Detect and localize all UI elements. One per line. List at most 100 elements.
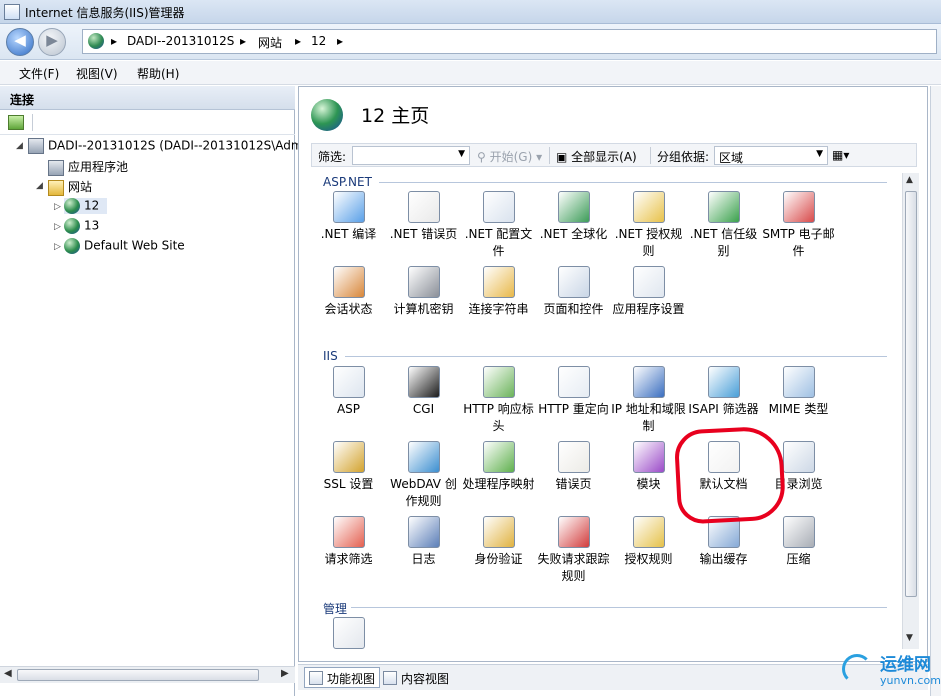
feature-item[interactable]: .NET 错误页 <box>386 191 461 243</box>
feature-label: 压缩 <box>786 552 811 566</box>
feature-item[interactable]: ASP <box>311 366 386 418</box>
tree-node-sites[interactable]: 网站 <box>48 178 92 196</box>
feature-item[interactable]: 输出缓存 <box>686 516 761 568</box>
collapse-icon[interactable]: ◢ <box>36 181 43 191</box>
address-bar[interactable]: ▸ DADI--20131012S ▸ 网站 ▸ 12 ▸ <box>82 29 937 54</box>
feature-item[interactable]: 授权规则 <box>611 516 686 568</box>
feature-item[interactable]: 连接字符串 <box>461 266 536 318</box>
feature-item[interactable]: IP 地址和域限制 <box>611 366 686 435</box>
feature-item[interactable]: .NET 全球化 <box>536 191 611 243</box>
feature-item[interactable]: .NET 编译 <box>311 191 386 243</box>
collapse-icon[interactable]: ◢ <box>16 141 23 151</box>
scroll-down-icon[interactable]: ▼ <box>906 633 913 643</box>
expand-icon[interactable]: ▷ <box>54 202 61 212</box>
feature-item[interactable] <box>311 617 386 651</box>
tree-node-default-site[interactable]: Default Web Site <box>64 238 185 254</box>
feature-label: 连接字符串 <box>468 302 529 316</box>
feature-icon <box>407 366 440 398</box>
menu-help[interactable]: 帮助(H) <box>137 65 179 82</box>
feature-item[interactable]: MIME 类型 <box>761 366 836 418</box>
actions-pane <box>930 86 941 696</box>
feature-item[interactable]: 错误页 <box>536 441 611 493</box>
title-bar: Internet 信息服务(IIS)管理器 <box>0 0 941 24</box>
feature-label: 请求筛选 <box>324 552 373 566</box>
forward-button[interactable]: ▶ <box>38 28 66 56</box>
feature-icon <box>482 191 515 223</box>
start-filter-button[interactable]: ⚲ 开始(G) ▾ <box>477 148 542 165</box>
connect-icon[interactable] <box>8 115 24 130</box>
feature-label: .NET 信任级别 <box>689 227 758 258</box>
feature-item[interactable]: SSL 设置 <box>311 441 386 493</box>
tree-node-server[interactable]: DADI--20131012S (DADI--20131012S\Adm <box>28 138 303 154</box>
tree-node-apppools[interactable]: 应用程序池 <box>48 158 128 176</box>
tree-node-site-13[interactable]: 13 <box>64 218 99 234</box>
crumb-separator: ▸ <box>240 34 247 48</box>
scroll-up-icon[interactable]: ▲ <box>906 175 913 185</box>
scroll-thumb[interactable] <box>905 191 917 597</box>
scroll-left-icon[interactable]: ◀ <box>4 668 12 679</box>
feature-item[interactable]: 压缩 <box>761 516 836 568</box>
horizontal-scrollbar[interactable]: ◀ ▶ <box>0 666 295 683</box>
feature-icon <box>632 441 665 473</box>
dropdown-arrow-icon: ▼ <box>816 149 823 159</box>
feature-icon <box>557 516 590 548</box>
feature-label: HTTP 重定向 <box>538 402 609 416</box>
tree-node-label: 13 <box>84 218 100 233</box>
group-header-management: 管理 <box>323 602 348 616</box>
scroll-right-icon[interactable]: ▶ <box>281 668 289 679</box>
menu-view[interactable]: 视图(V) <box>76 65 118 82</box>
crumb-sites[interactable]: 网站 <box>258 34 282 51</box>
tab-content-view[interactable]: 内容视图 <box>378 667 454 688</box>
folder-icon <box>48 179 64 196</box>
feature-item[interactable]: .NET 授权规则 <box>611 191 686 260</box>
back-button[interactable]: ◀ <box>6 28 34 56</box>
crumb-server[interactable]: DADI--20131012S <box>127 34 234 48</box>
menu-file[interactable]: 文件(F) <box>19 65 59 82</box>
feature-label: ASP <box>336 402 361 416</box>
server-icon <box>28 138 44 154</box>
scroll-thumb[interactable] <box>17 669 259 681</box>
crumb-site-12[interactable]: 12 <box>311 34 326 48</box>
feature-item[interactable]: 处理程序映射 <box>461 441 536 493</box>
feature-label: 错误页 <box>555 477 592 491</box>
feature-item[interactable]: 日志 <box>386 516 461 568</box>
feature-item[interactable]: 失败请求跟踪规则 <box>536 516 611 585</box>
feature-item[interactable]: HTTP 重定向 <box>536 366 611 418</box>
connections-header: 连接 <box>0 86 295 110</box>
feature-item[interactable]: HTTP 响应标头 <box>461 366 536 435</box>
feature-label: 会话状态 <box>324 302 373 316</box>
feature-item[interactable]: SMTP 电子邮件 <box>761 191 836 260</box>
feature-item[interactable]: 会话状态 <box>311 266 386 318</box>
feature-item[interactable]: 应用程序设置 <box>611 266 686 318</box>
group-by-select[interactable]: 区域 ▼ <box>714 146 828 165</box>
feature-item[interactable]: 页面和控件 <box>536 266 611 318</box>
crumb-separator: ▸ <box>337 34 344 48</box>
feature-item[interactable]: WebDAV 创作规则 <box>386 441 461 510</box>
view-mode-button[interactable]: ▦▾ <box>832 148 849 162</box>
feature-icon <box>332 617 365 649</box>
expand-icon[interactable]: ▷ <box>54 242 61 252</box>
feature-item[interactable]: 身份验证 <box>461 516 536 568</box>
feature-item[interactable]: 请求筛选 <box>311 516 386 568</box>
watermark-logo-icon <box>842 654 872 684</box>
feature-icon <box>782 191 815 223</box>
feature-item[interactable]: ISAPI 筛选器 <box>686 366 761 418</box>
feature-icon <box>632 266 665 298</box>
filter-input[interactable]: ▼ <box>352 146 470 165</box>
feature-item[interactable]: CGI <box>386 366 461 418</box>
feature-icon <box>707 366 740 398</box>
feature-item[interactable]: 计算机密钥 <box>386 266 461 318</box>
feature-icon <box>332 266 365 298</box>
feature-item[interactable]: .NET 配置文件 <box>461 191 536 260</box>
feature-label: 计算机密钥 <box>393 302 454 316</box>
menu-bar: 文件(F) 视图(V) 帮助(H) <box>0 61 941 85</box>
vertical-scrollbar[interactable]: ▲ ▼ <box>902 173 919 649</box>
group-divider <box>351 607 887 608</box>
feature-item[interactable]: .NET 信任级别 <box>686 191 761 260</box>
tab-features-view[interactable]: 功能视图 <box>304 667 381 688</box>
feature-label: WebDAV 创作规则 <box>390 477 457 508</box>
tree-node-site-12[interactable]: 12 <box>64 198 108 214</box>
expand-icon[interactable]: ▷ <box>54 222 61 232</box>
show-all-button[interactable]: ▣ 全部显示(A) <box>556 148 637 165</box>
feature-icon <box>407 441 440 473</box>
